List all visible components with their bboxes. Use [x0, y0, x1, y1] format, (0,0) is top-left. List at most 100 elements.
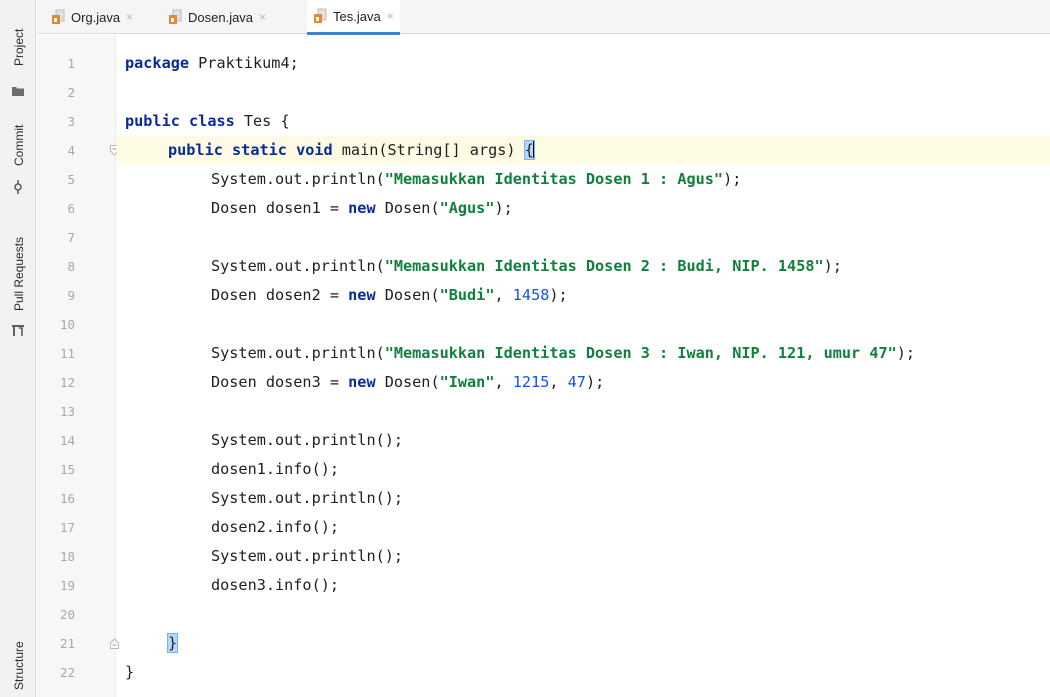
code-text: , [494, 373, 513, 391]
code-line-4: public static void main(String[] args) { [117, 136, 1050, 165]
keyword: new [348, 199, 376, 217]
code-line-8: System.out.println("Memasukkan Identitas… [117, 252, 1050, 281]
close-icon[interactable]: × [387, 9, 394, 23]
close-icon[interactable]: × [259, 10, 266, 24]
code-text: , [549, 373, 568, 391]
pull-requests-tool-button[interactable]: Pull Requests [0, 225, 36, 345]
java-file-icon [314, 8, 327, 23]
code-text: Tes { [234, 112, 290, 130]
line-number: 14 [59, 433, 75, 448]
code-text: Dosen dosen2 = [211, 286, 349, 304]
string-literal: "Iwan" [439, 373, 495, 391]
code-line-21: } [125, 663, 135, 681]
keyword: public [168, 141, 223, 159]
line-number: 12 [59, 375, 75, 390]
structure-label: Structure [12, 641, 26, 690]
line-number: 3 [67, 114, 75, 129]
line-number: 1 [67, 56, 75, 71]
code-editor[interactable]: package Praktikum4; public class Tes { p… [117, 35, 1050, 697]
matched-brace: } [166, 633, 179, 653]
editor-tab-bar: Org.java × Dosen.java × Tes.java × [37, 0, 1050, 35]
keyword: static [232, 141, 287, 159]
line-number: 9 [67, 288, 75, 303]
tab-label: Dosen.java [188, 9, 254, 25]
line-number: 21 [59, 636, 75, 651]
code-text: Dosen( [375, 373, 440, 391]
code-text: ); [585, 373, 605, 391]
code-text: ); [723, 170, 742, 188]
line-number: 5 [67, 172, 75, 187]
code-text: Dosen dosen3 = [211, 373, 349, 391]
commit-icon [14, 180, 22, 194]
line-number: 17 [59, 520, 75, 535]
line-number: 10 [59, 317, 75, 332]
java-file-icon [52, 9, 65, 24]
line-number: 16 [59, 491, 75, 506]
line-number-gutter[interactable]: 1 2 3 4 5 6 7 8 9 10 11 12 13 14 15 16 1… [37, 35, 119, 697]
code-text: ); [549, 286, 568, 304]
keyword: new [348, 286, 376, 304]
string-literal: "Memasukkan Identitas Dosen 1 : Agus" [384, 170, 724, 188]
line-number: 13 [59, 404, 75, 419]
tab-tes-java[interactable]: Tes.java × [307, 0, 400, 35]
text-caret [532, 140, 535, 158]
line-number: 22 [59, 665, 75, 680]
number-literal: 47 [567, 373, 586, 391]
code-text: , [494, 286, 513, 304]
code-line-18: System.out.println(); [211, 547, 404, 565]
code-text: Dosen( [375, 286, 440, 304]
tool-window-strip: Project Commit Pull Requests Structure [0, 0, 36, 697]
code-text: Dosen dosen1 = [211, 199, 349, 217]
code-line-15: dosen1.info(); [211, 460, 340, 478]
code-text: Dosen( [375, 199, 440, 217]
string-literal: "Agus" [439, 199, 495, 217]
structure-tool-button[interactable]: Structure [0, 620, 36, 695]
line-number: 15 [59, 462, 75, 477]
code-line-20: } [117, 629, 1050, 658]
code-line-12: Dosen dosen3 = new Dosen("Iwan", 1215, 4… [117, 368, 1050, 397]
close-icon[interactable]: × [126, 10, 133, 24]
keyword: void [296, 141, 333, 159]
code-line-5: System.out.println("Memasukkan Identitas… [117, 165, 1050, 194]
code-line-14: System.out.println(); [211, 431, 404, 449]
tab-dosen-java[interactable]: Dosen.java × [162, 0, 272, 34]
keyword: new [348, 373, 376, 391]
keyword: class [189, 112, 235, 130]
line-number: 20 [59, 607, 75, 622]
commit-tool-button[interactable]: Commit [0, 110, 36, 200]
line-number: 2 [67, 85, 75, 100]
line-number: 11 [59, 346, 75, 361]
code-text: main(String[] args) [332, 141, 525, 159]
code-text: ); [494, 199, 513, 217]
line-number: 19 [59, 578, 75, 593]
code-text: System.out.println( [211, 170, 385, 188]
tab-label: Org.java [71, 9, 121, 25]
code-text: ); [823, 257, 842, 275]
pull-requests-label: Pull Requests [12, 236, 26, 311]
code-line-19: dosen3.info(); [211, 576, 340, 594]
commit-label: Commit [12, 124, 26, 166]
line-number: 8 [67, 259, 75, 274]
code-line-6: Dosen dosen1 = new Dosen("Agus"); [117, 194, 1050, 223]
project-tool-button[interactable]: Project [0, 4, 36, 104]
code-line-9: Dosen dosen2 = new Dosen("Budi", 1458); [117, 281, 1050, 310]
string-literal: "Memasukkan Identitas Dosen 2 : Budi, NI… [384, 257, 824, 275]
string-literal: "Memasukkan Identitas Dosen 3 : Iwan, NI… [384, 344, 897, 362]
code-line-17: dosen2.info(); [211, 518, 340, 536]
pull-request-icon [12, 325, 24, 336]
line-number: 7 [67, 230, 75, 245]
code-text: System.out.println( [211, 344, 385, 362]
code-text: ); [896, 344, 916, 362]
code-line-11: System.out.println("Memasukkan Identitas… [117, 339, 1050, 368]
code-line-1: package Praktikum4; [117, 49, 1050, 78]
line-number: 6 [67, 201, 75, 216]
code-text: Praktikum4; [189, 54, 299, 72]
tab-org-java[interactable]: Org.java × [45, 0, 139, 34]
line-number: 18 [59, 549, 75, 564]
folder-icon [12, 87, 24, 96]
code-text: System.out.println( [211, 257, 385, 275]
code-line-3: public class Tes { [117, 107, 1050, 136]
java-file-icon [169, 9, 182, 24]
keyword: package [125, 54, 190, 72]
number-literal: 1215 [512, 373, 550, 391]
